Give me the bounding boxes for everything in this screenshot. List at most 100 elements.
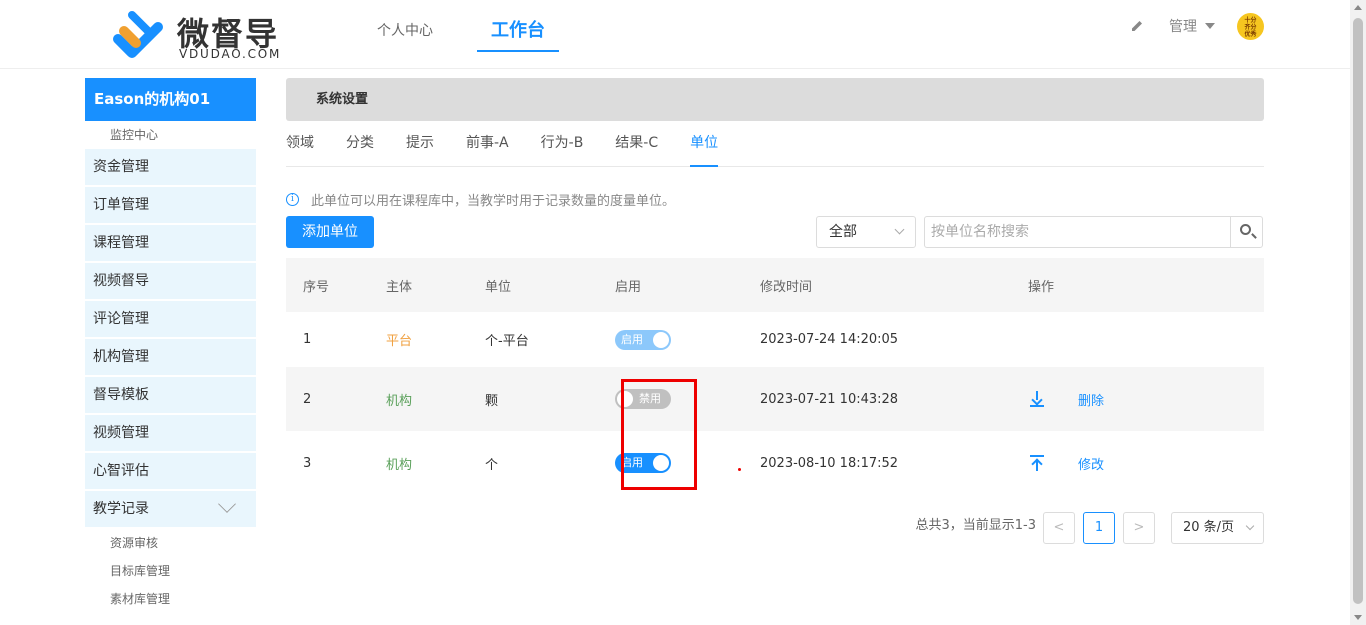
enable-toggle[interactable]: 启用 [615,329,671,350]
sidebar-item-monitor-center[interactable]: 监控中心 [85,121,256,149]
pagination: 总共3，当前显示1-3 < 1 > 20 条/页 [286,512,1264,544]
sidebar-item-resource-review[interactable]: 资源审核 [85,529,256,557]
settings-tabs: 领域 分类 提示 前事-A 行为-B 结果-C 单位 [286,121,1264,167]
sidebar-item-courses[interactable]: 课程管理 [85,225,256,261]
info-text: 此单位可以用在课程库中，当教学时用于记录数量的度量单位。 [311,193,676,209]
cell-subject: 平台 [386,334,413,349]
logo-subtitle: VDUDAO.COM [179,47,282,61]
tab-antecedent[interactable]: 前事-A [466,121,509,166]
filter-value: 全部 [829,224,857,240]
delete-link[interactable]: 删除 [1078,390,1104,409]
page: 微督导 VDUDAO.COM 个人中心 工作台 管理 十分 齐分 优秀 Easo… [0,0,1366,625]
admin-menu-label[interactable]: 管理 [1169,16,1197,36]
col-header-no: 序号 [303,279,330,295]
search-box [924,216,1263,248]
red-highlight-box [621,379,697,490]
add-unit-button[interactable]: 添加单位 [286,216,374,248]
cell-modified-time: 2023-07-21 10:43:28 [760,391,899,407]
page-size-value: 20 条/页 [1183,520,1235,535]
cell-unit: 个-平台 [485,334,529,349]
toolbar: 添加单位 全部 [286,216,1264,248]
search-button[interactable] [1230,217,1262,247]
sidebar-item-orders[interactable]: 订单管理 [85,187,256,223]
cell-unit: 个 [485,457,499,473]
scroll-thumb[interactable] [1353,18,1363,604]
units-table: 序号 主体 单位 启用 修改时间 操作 1 平台 个-平台 启用 2023-07… [286,258,1264,495]
cell-subject: 机构 [386,457,413,473]
table-row: 1 平台 个-平台 启用 2023-07-24 14:20:05 [286,312,1264,367]
scroll-up-arrow-icon[interactable] [1354,5,1362,10]
tab-domain[interactable]: 领域 [286,121,314,166]
next-page-button[interactable]: > [1123,512,1155,544]
cell-no: 3 [303,455,312,471]
top-nav: 个人中心 工作台 [377,0,629,69]
search-input[interactable] [925,217,1231,247]
sidebar-item-video-management[interactable]: 视频管理 [85,415,256,451]
page-total-text: 总共3，当前显示1-3 [915,518,1036,533]
sidebar-item-funds[interactable]: 资金管理 [85,149,256,185]
info-icon: i [286,192,299,206]
page-number-1[interactable]: 1 [1083,512,1115,544]
move-down-icon[interactable] [1030,391,1044,407]
section-title: 系统设置 [286,78,1264,121]
subject-filter-select[interactable]: 全部 [816,216,916,248]
search-icon [1240,224,1251,235]
logo[interactable]: 微督导 VDUDAO.COM [112,9,292,64]
pencil-icon[interactable] [1129,18,1145,34]
sidebar-item-label: 教学记录 [93,501,149,517]
sidebar-item-supervision-template[interactable]: 督导模板 [85,377,256,413]
avatar-text: 十分 齐分 优秀 [1244,16,1257,38]
col-header-modified-time: 修改时间 [760,279,813,295]
cell-no: 2 [303,391,312,407]
org-title[interactable]: Eason的机构01 [85,78,256,121]
table-header: 序号 主体 单位 启用 修改时间 操作 [286,258,1264,312]
cell-subject: 机构 [386,393,413,409]
chevron-down-icon [1245,521,1255,531]
nav-workbench[interactable]: 工作台 [477,0,559,52]
tab-category[interactable]: 分类 [346,121,374,166]
toggle-label: 启用 [621,332,643,346]
nav-personal-center[interactable]: 个人中心 [377,0,433,52]
table-row: 3 机构 个 启用 2023-08-10 18:17:52 修改 [286,431,1264,495]
col-header-enabled: 启用 [615,279,642,295]
col-header-unit: 单位 [485,279,512,295]
page-size-select[interactable]: 20 条/页 [1171,512,1264,544]
cell-actions: 删除 [1028,390,1264,409]
toggle-knob [653,331,669,348]
cell-actions: 修改 [1028,454,1264,473]
cell-no: 1 [303,332,312,347]
sidebar-item-video-supervision[interactable]: 视频督导 [85,263,256,299]
avatar[interactable]: 十分 齐分 优秀 [1237,12,1264,40]
info-message: i 此单位可以用在课程库中，当教学时用于记录数量的度量单位。 [286,191,1264,209]
page-scrollbar[interactable] [1350,0,1366,625]
sidebar-item-mental-assessment[interactable]: 心智评估 [85,453,256,489]
red-dot-marker [738,468,741,471]
teaching-records-submenu: 资源审核 目标库管理 素材库管理 [85,529,256,613]
main-content: 系统设置 领域 分类 提示 前事-A 行为-B 结果-C 单位 i 此单位可以用… [286,78,1264,495]
table-row: 2 机构 颗 禁用 2023-07-21 10:43:28 删除 [286,367,1264,431]
logo-mark-icon [113,11,163,58]
cell-modified-time: 2023-07-24 14:20:05 [760,332,899,347]
tab-prompt[interactable]: 提示 [406,121,434,166]
top-header: 微督导 VDUDAO.COM 个人中心 工作台 管理 十分 齐分 优秀 [0,0,1350,69]
tab-unit[interactable]: 单位 [690,121,719,167]
scroll-down-arrow-icon[interactable] [1354,615,1362,620]
header-actions: 管理 十分 齐分 优秀 [1129,12,1264,40]
sidebar-item-goal-library[interactable]: 目标库管理 [85,557,256,585]
sidebar-item-material-library[interactable]: 素材库管理 [85,585,256,613]
sidebar-item-org-management[interactable]: 机构管理 [85,339,256,375]
prev-page-button[interactable]: < [1043,512,1075,544]
chevron-down-icon[interactable] [218,495,236,513]
chevron-down-icon [894,224,905,235]
sidebar: Eason的机构01 监控中心 资金管理 订单管理 课程管理 视频督导 评论管理… [85,78,256,613]
tab-consequence[interactable]: 结果-C [615,121,658,166]
cell-enabled: 启用 [615,329,760,350]
col-header-subject: 主体 [386,279,413,295]
move-up-icon[interactable] [1030,455,1044,471]
tab-behavior[interactable]: 行为-B [541,121,584,166]
cell-unit: 颗 [485,393,499,409]
sidebar-item-teaching-records[interactable]: 教学记录 [85,491,256,527]
sidebar-item-comments[interactable]: 评论管理 [85,301,256,337]
edit-link[interactable]: 修改 [1078,454,1104,473]
caret-down-icon[interactable] [1205,23,1215,29]
